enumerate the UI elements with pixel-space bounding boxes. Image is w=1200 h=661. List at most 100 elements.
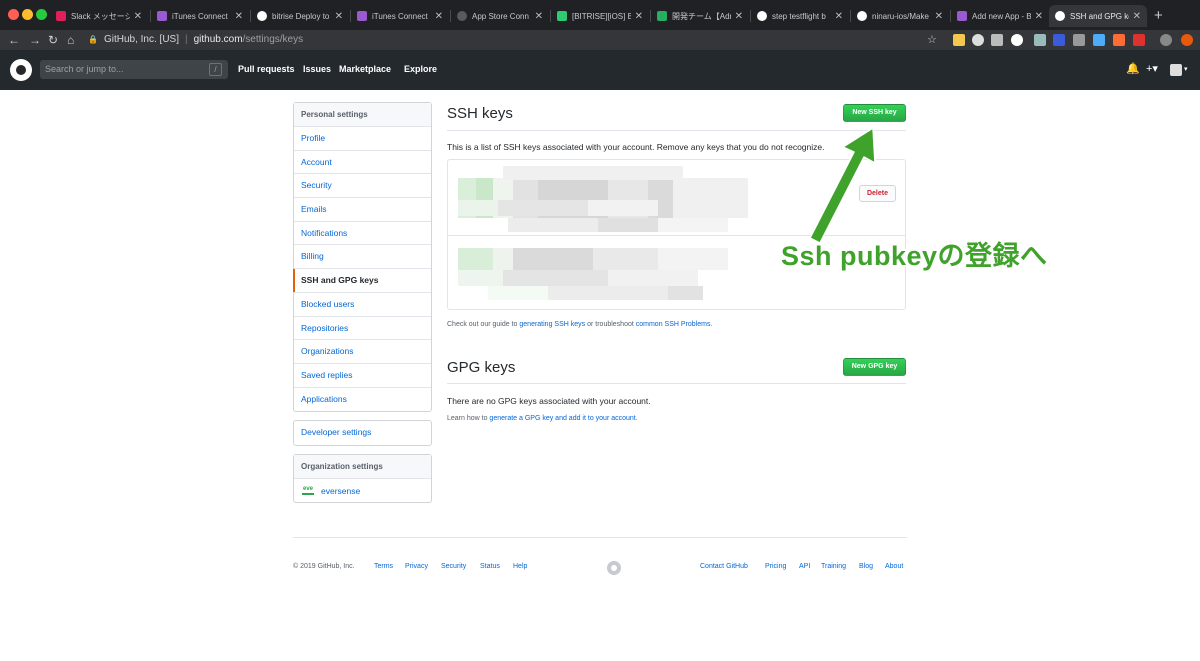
org-name: eversense <box>321 485 361 496</box>
tab-close-icon[interactable]: ✕ <box>535 11 543 22</box>
tab-close-icon[interactable]: ✕ <box>335 11 343 22</box>
sidebar-item-ssh-gpg-keys[interactable]: SSH and GPG keys <box>293 269 431 293</box>
footer-link-contact[interactable]: Contact GitHub <box>700 563 748 570</box>
new-ssh-key-button[interactable]: New SSH key <box>843 104 906 122</box>
browser-tab[interactable]: iTunes Connect ✕ <box>351 5 449 27</box>
notification-bell-icon[interactable]: 🔔 <box>1126 62 1140 75</box>
apple-icon <box>457 11 467 21</box>
address-bar[interactable]: 🔒 GitHub, Inc. [US] | github.com/setting… <box>88 32 948 48</box>
generating-ssh-keys-link[interactable]: generating SSH keys <box>519 321 585 328</box>
tab-close-icon[interactable]: ✕ <box>235 11 243 22</box>
sidebar-item-emails[interactable]: Emails <box>294 198 431 222</box>
sheets-icon <box>657 11 667 21</box>
forward-arrow-icon[interactable]: → <box>29 32 41 48</box>
extension-icon[interactable] <box>991 34 1003 46</box>
sidebar-item-blocked-users[interactable]: Blocked users <box>294 293 431 317</box>
search-input[interactable] <box>40 60 228 79</box>
window-minimize-button[interactable] <box>22 9 33 20</box>
sidebar-item-account[interactable]: Account <box>294 151 431 175</box>
browser-tab[interactable]: [BITRISE][iOS] B ✕ <box>551 5 649 27</box>
tab-close-icon[interactable]: ✕ <box>835 11 843 22</box>
footer-link-pricing[interactable]: Pricing <box>765 563 786 570</box>
common-ssh-problems-link[interactable]: common SSH Problems <box>636 321 711 328</box>
tab-close-icon[interactable]: ✕ <box>1133 11 1141 22</box>
personal-settings-heading: Personal settings <box>294 103 431 127</box>
footer-link-security[interactable]: Security <box>441 563 466 570</box>
redacted-key-info <box>508 218 728 232</box>
itunes-connect-icon <box>357 11 367 21</box>
tab-close-icon[interactable]: ✕ <box>635 11 643 22</box>
window-close-button[interactable] <box>8 9 19 20</box>
browser-tab[interactable]: Slack メッセージ ✕ <box>50 5 148 27</box>
footer-link-training[interactable]: Training <box>821 563 846 570</box>
window-zoom-button[interactable] <box>36 9 47 20</box>
extension-icon[interactable] <box>1034 34 1046 46</box>
browser-tab[interactable]: 開発チーム【Adm ✕ <box>651 5 749 27</box>
new-tab-button[interactable]: + <box>1154 7 1163 24</box>
footer-link-terms[interactable]: Terms <box>374 563 393 570</box>
tab-close-icon[interactable]: ✕ <box>935 11 943 22</box>
browser-tab[interactable]: App Store Conn ✕ <box>451 5 549 27</box>
sidebar-item-applications[interactable]: Applications <box>294 388 431 412</box>
browser-tab[interactable]: iTunes Connect ✕ <box>151 5 249 27</box>
create-new-plus-icon[interactable]: +▾ <box>1146 62 1158 75</box>
generate-gpg-key-link[interactable]: generate a GPG key and add it to your ac… <box>489 415 635 422</box>
google-icon <box>757 11 767 21</box>
browser-tab[interactable]: ninaru-ios/Make ✕ <box>851 5 949 27</box>
footer-link-privacy[interactable]: Privacy <box>405 563 428 570</box>
back-arrow-icon[interactable]: ← <box>8 32 20 48</box>
footer-link-status[interactable]: Status <box>480 563 500 570</box>
new-gpg-key-button[interactable]: New GPG key <box>843 358 906 376</box>
sidebar-item-developer-settings[interactable]: Developer settings <box>294 421 431 445</box>
bookmark-star-icon[interactable]: ☆ <box>927 32 937 48</box>
nav-explore[interactable]: Explore <box>404 64 437 74</box>
divider <box>447 130 906 131</box>
extension-icon[interactable] <box>1113 34 1125 46</box>
nav-issues[interactable]: Issues <box>303 64 331 74</box>
tab-close-icon[interactable]: ✕ <box>435 11 443 22</box>
sidebar-item-profile[interactable]: Profile <box>294 127 431 151</box>
sidebar-item-security[interactable]: Security <box>294 174 431 199</box>
extension-icon[interactable] <box>1093 34 1105 46</box>
nav-marketplace[interactable]: Marketplace <box>339 64 391 74</box>
home-icon[interactable]: ⌂ <box>67 32 74 48</box>
browser-tab-active[interactable]: SSH and GPG ke ✕ <box>1049 5 1147 27</box>
search-shortcut-hint: / <box>209 63 222 76</box>
lock-icon: 🔒 <box>88 35 98 44</box>
sidebar-item-billing[interactable]: Billing <box>294 245 431 270</box>
footer-link-api[interactable]: API <box>799 563 810 570</box>
browser-tab[interactable]: bitrise Deploy to ✕ <box>251 5 349 27</box>
footer-link-help[interactable]: Help <box>513 563 527 570</box>
extension-icon[interactable] <box>1160 34 1172 46</box>
tab-close-icon[interactable]: ✕ <box>1035 11 1043 22</box>
sidebar-item-repositories[interactable]: Repositories <box>294 317 431 341</box>
sidebar-item-saved-replies[interactable]: Saved replies <box>294 364 431 388</box>
footer-link-blog[interactable]: Blog <box>859 563 873 570</box>
tab-close-icon[interactable]: ✕ <box>735 11 743 22</box>
browser-tab[interactable]: Add new App - B ✕ <box>951 5 1049 27</box>
avatar[interactable] <box>1170 64 1182 76</box>
chevron-down-icon[interactable]: ▾ <box>1184 65 1188 73</box>
gpg-empty-text: There are no GPG keys associated with yo… <box>447 396 651 406</box>
delete-ssh-key-button[interactable]: Delete <box>859 185 896 202</box>
tab-close-icon[interactable]: ✕ <box>134 11 142 22</box>
github-icon <box>1055 11 1065 21</box>
github-mark-icon[interactable] <box>607 561 621 575</box>
sidebar-item-organizations[interactable]: Organizations <box>294 340 431 364</box>
redacted-key-info <box>458 200 658 216</box>
sidebar-item-org-eversense[interactable]: eve eversense <box>294 479 431 502</box>
github-logo-icon[interactable] <box>10 59 32 81</box>
extension-icon[interactable] <box>1133 34 1145 46</box>
extension-icon[interactable] <box>953 34 965 46</box>
nav-pull-requests[interactable]: Pull requests <box>238 64 295 74</box>
reload-icon[interactable]: ↻ <box>48 32 58 48</box>
extension-icon[interactable] <box>1181 34 1193 46</box>
extension-icon[interactable] <box>972 34 984 46</box>
footer-link-about[interactable]: About <box>885 563 903 570</box>
sidebar-item-notifications[interactable]: Notifications <box>294 222 431 246</box>
extension-icon[interactable] <box>1011 34 1023 46</box>
extension-icon[interactable] <box>1053 34 1065 46</box>
extension-icon[interactable] <box>1073 34 1085 46</box>
browser-tab[interactable]: step testflight b ✕ <box>751 5 849 27</box>
gpg-learn-text: Learn how to generate a GPG key and add … <box>447 415 638 422</box>
